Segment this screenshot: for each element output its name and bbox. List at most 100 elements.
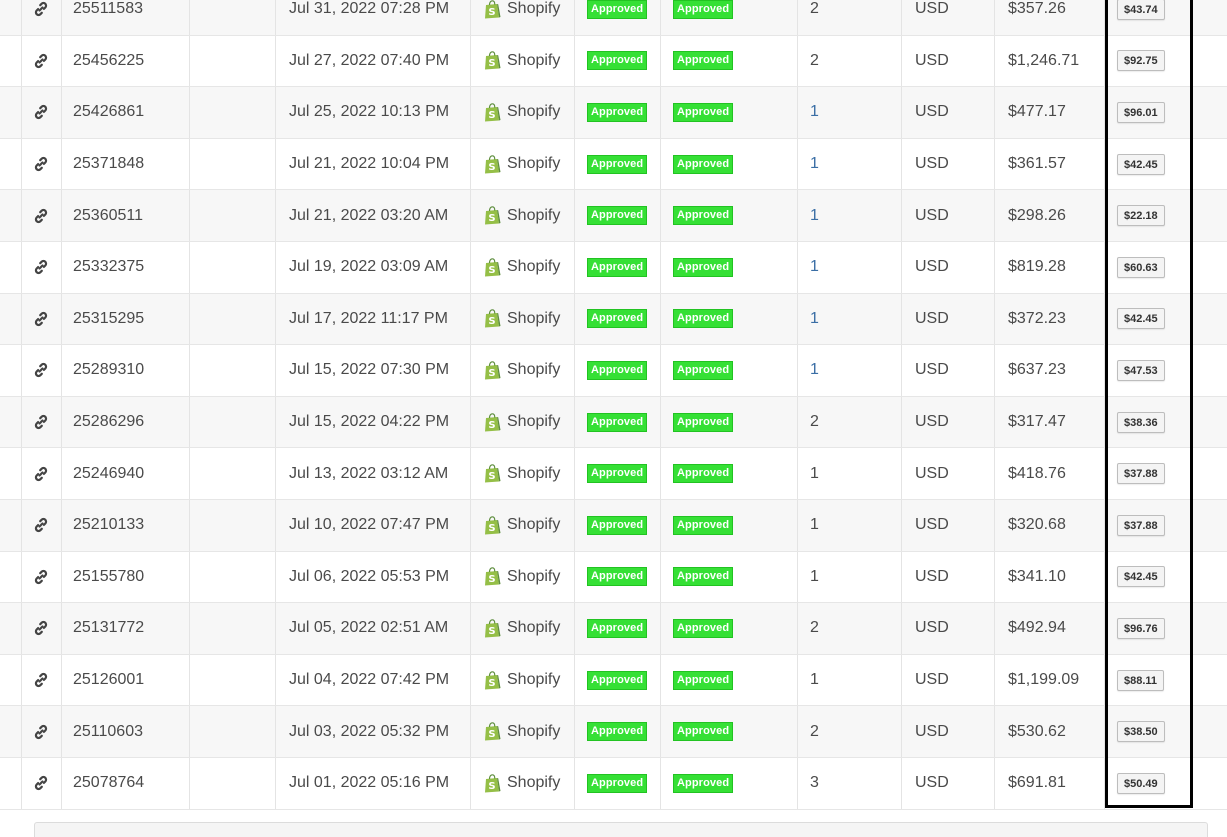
- approved-badge: Approved: [587, 618, 648, 638]
- column-divider: [994, 87, 995, 138]
- fee-button[interactable]: $38.36: [1117, 411, 1165, 433]
- quantity: 1: [810, 258, 819, 276]
- svg-text:S: S: [488, 265, 495, 276]
- currency: USD: [915, 619, 949, 637]
- order-id: 25078764: [73, 774, 145, 792]
- link-icon[interactable]: [33, 0, 49, 35]
- column-divider: [660, 396, 661, 448]
- column-divider: [994, 654, 995, 706]
- order-id: 25246940: [73, 464, 145, 482]
- status-cell: Approved: [587, 500, 648, 551]
- order-id: 25126001: [73, 671, 145, 689]
- fee-button[interactable]: $22.18: [1117, 205, 1165, 227]
- svg-text:S: S: [488, 574, 495, 585]
- fee-button[interactable]: $42.45: [1117, 308, 1165, 330]
- column-divider: [901, 0, 902, 35]
- orders-table: 25511583 Jul 31, 2022 07:28 PM S Shopify App…: [0, 0, 1227, 810]
- column-divider: [21, 396, 22, 448]
- link-icon[interactable]: [33, 655, 49, 706]
- column-divider: [61, 0, 62, 35]
- column-divider: [994, 396, 995, 448]
- status-cell: Approved: [673, 87, 734, 138]
- column-divider: [61, 757, 62, 809]
- fee-button[interactable]: $96.76: [1117, 617, 1165, 639]
- column-divider: [61, 551, 62, 603]
- shopify-bag-icon: S: [484, 722, 501, 741]
- approved-badge: Approved: [587, 51, 648, 71]
- column-divider: [994, 138, 995, 190]
- column-divider: [994, 35, 995, 87]
- fee-button[interactable]: $92.75: [1117, 50, 1165, 72]
- fee-button[interactable]: $43.74: [1117, 0, 1165, 20]
- link-icon[interactable]: [33, 139, 49, 190]
- column-divider: [470, 448, 471, 499]
- fee-button[interactable]: $42.45: [1117, 153, 1165, 175]
- link-icon[interactable]: [33, 603, 49, 654]
- column-divider: [797, 448, 798, 499]
- platform-cell: S Shopify: [484, 655, 560, 706]
- link-icon[interactable]: [33, 345, 49, 396]
- order-date: Jul 06, 2022 05:53 PM: [289, 567, 450, 585]
- column-divider: [61, 138, 62, 190]
- order-date: Jul 03, 2022 05:32 PM: [289, 722, 450, 740]
- shopify-bag-icon: S: [484, 309, 501, 328]
- fee-button[interactable]: $88.11: [1117, 669, 1165, 691]
- platform-cell: S Shopify: [484, 36, 560, 87]
- link-icon[interactable]: [33, 552, 49, 603]
- link-icon[interactable]: [33, 500, 49, 551]
- fee-button[interactable]: $37.88: [1117, 463, 1165, 485]
- column-divider: [901, 293, 902, 345]
- link-icon[interactable]: [33, 397, 49, 448]
- fee-cell: $43.74: [1117, 0, 1165, 35]
- link-icon[interactable]: [33, 87, 49, 138]
- column-divider: [901, 190, 902, 241]
- column-divider: [61, 345, 62, 396]
- status-cell: Approved: [673, 397, 734, 448]
- fee-button[interactable]: $37.88: [1117, 514, 1165, 536]
- column-divider: [275, 551, 276, 603]
- fee-button[interactable]: $47.53: [1117, 359, 1165, 381]
- fee-button[interactable]: $96.01: [1117, 101, 1165, 123]
- column-divider: [901, 35, 902, 87]
- order-id: 25511583: [73, 0, 143, 18]
- link-icon[interactable]: [33, 242, 49, 293]
- link-icon[interactable]: [33, 758, 49, 809]
- fee-button[interactable]: $50.49: [1117, 772, 1165, 794]
- fee-button[interactable]: $60.63: [1117, 256, 1165, 278]
- column-divider: [21, 190, 22, 241]
- table-row: 25456225 Jul 27, 2022 07:40 PM S Shopify App…: [0, 35, 1227, 88]
- column-divider: [1104, 603, 1105, 654]
- column-divider: [574, 654, 575, 706]
- svg-text:S: S: [488, 523, 495, 534]
- column-divider: [1104, 551, 1105, 603]
- quantity: 2: [810, 51, 819, 69]
- column-divider: [660, 0, 661, 35]
- shopify-bag-icon: S: [484, 619, 501, 638]
- link-icon[interactable]: [33, 706, 49, 757]
- fee-button[interactable]: $38.50: [1117, 721, 1165, 743]
- link-icon[interactable]: [33, 448, 49, 499]
- column-divider: [1104, 293, 1105, 345]
- approved-badge: Approved: [673, 309, 734, 329]
- quantity: 3: [810, 774, 819, 792]
- table-row: 25289310 Jul 15, 2022 07:30 PM S Shopify App…: [0, 345, 1227, 397]
- column-divider: [574, 293, 575, 345]
- link-icon[interactable]: [33, 36, 49, 87]
- shopify-bag-icon: S: [484, 206, 501, 225]
- status-cell: Approved: [587, 0, 648, 35]
- column-divider: [574, 499, 575, 551]
- column-divider: [470, 396, 471, 448]
- fee-cell: $42.45: [1117, 139, 1165, 190]
- status-cell: Approved: [673, 190, 734, 241]
- status-cell: Approved: [673, 139, 734, 190]
- status-cell: Approved: [587, 294, 648, 345]
- platform-cell: S Shopify: [484, 397, 560, 448]
- link-icon[interactable]: [33, 190, 49, 241]
- link-icon[interactable]: [33, 294, 49, 345]
- fee-button[interactable]: $42.45: [1117, 566, 1165, 588]
- status-cell: Approved: [673, 758, 734, 809]
- order-date: Jul 25, 2022 10:13 PM: [289, 103, 450, 121]
- status-cell: Approved: [587, 36, 648, 87]
- order-date: Jul 15, 2022 07:30 PM: [289, 361, 450, 379]
- fee-cell: $47.53: [1117, 345, 1165, 396]
